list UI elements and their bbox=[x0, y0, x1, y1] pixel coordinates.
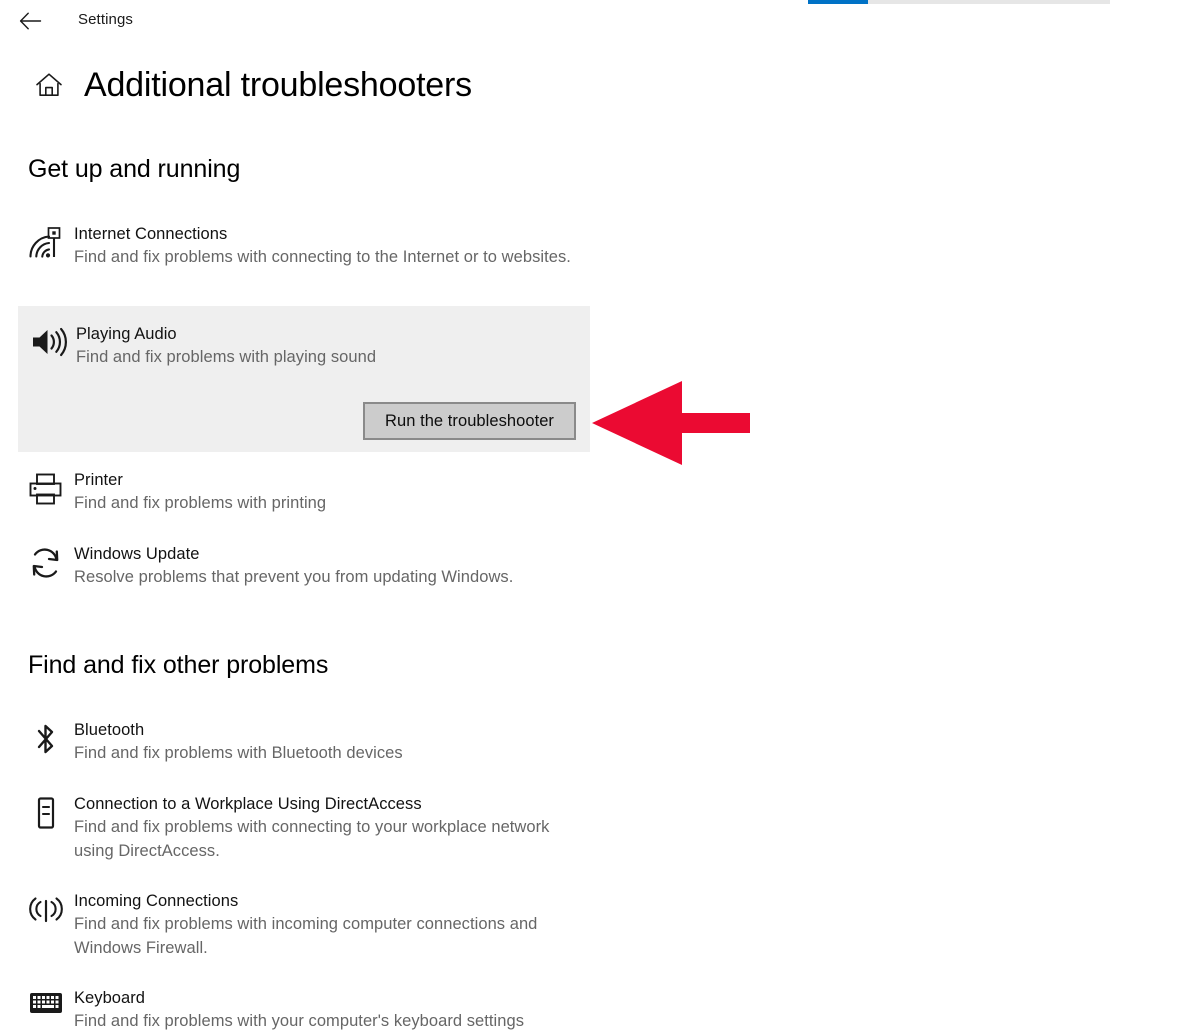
troubleshooter-text: Incoming Connections Find and fix proble… bbox=[74, 889, 574, 960]
printer-icon bbox=[28, 472, 74, 506]
troubleshooter-name: Connection to a Workplace Using DirectAc… bbox=[74, 795, 422, 813]
page-header: Additional troubleshooters bbox=[0, 62, 472, 108]
troubleshooter-item-printer[interactable]: Printer Find and fix problems with print… bbox=[0, 468, 590, 516]
troubleshooter-text: Keyboard Find and fix problems with your… bbox=[74, 986, 524, 1034]
troubleshooter-item-internet-connections[interactable]: Internet Connections Find and fix proble… bbox=[0, 222, 590, 270]
troubleshooter-description: Find and fix problems with incoming comp… bbox=[74, 915, 538, 957]
keyboard-icon bbox=[28, 990, 74, 1016]
window-titlebar: Settings bbox=[0, 0, 790, 44]
troubleshooter-description: Find and fix problems with playing sound bbox=[76, 348, 377, 366]
troubleshooter-description: Find and fix problems with your computer… bbox=[74, 1012, 525, 1030]
directaccess-icon bbox=[28, 796, 74, 830]
troubleshooter-item-playing-audio[interactable]: Playing Audio Find and fix problems with… bbox=[18, 306, 590, 452]
bluetooth-icon bbox=[28, 722, 74, 756]
troubleshooter-text: Bluetooth Find and fix problems with Blu… bbox=[74, 718, 403, 766]
troubleshooter-item-keyboard[interactable]: Keyboard Find and fix problems with your… bbox=[0, 986, 590, 1034]
troubleshooter-name: Internet Connections bbox=[74, 225, 228, 243]
playing-audio-icon bbox=[30, 326, 76, 358]
troubleshooter-text: Windows Update Resolve problems that pre… bbox=[74, 542, 513, 590]
troubleshooter-item-content: Playing Audio Find and fix problems with… bbox=[18, 306, 590, 370]
internet-connections-icon bbox=[28, 226, 74, 260]
troubleshooter-item-incoming-connections[interactable]: Incoming Connections Find and fix proble… bbox=[0, 889, 590, 960]
back-button[interactable] bbox=[12, 4, 50, 38]
section-heading-find-and-fix-other-problems: Find and fix other problems bbox=[28, 651, 329, 679]
troubleshooter-name: Incoming Connections bbox=[74, 892, 239, 910]
troubleshooter-item-bluetooth[interactable]: Bluetooth Find and fix problems with Blu… bbox=[0, 718, 590, 766]
page-title: Additional troubleshooters bbox=[84, 66, 472, 104]
troubleshooter-text: Internet Connections Find and fix proble… bbox=[74, 222, 571, 270]
app-name-label: Settings bbox=[78, 11, 133, 28]
left-pointing-arrow-annotation bbox=[592, 381, 752, 465]
troubleshooter-description: Find and fix problems with connecting to… bbox=[74, 248, 571, 266]
troubleshooter-name: Windows Update bbox=[74, 545, 200, 563]
run-the-troubleshooter-button[interactable]: Run the troubleshooter bbox=[363, 402, 576, 440]
troubleshooter-name: Keyboard bbox=[74, 989, 146, 1007]
troubleshooter-text: Printer Find and fix problems with print… bbox=[74, 468, 326, 516]
troubleshooter-item-directaccess[interactable]: Connection to a Workplace Using DirectAc… bbox=[0, 792, 590, 863]
troubleshooter-item-windows-update[interactable]: Windows Update Resolve problems that pre… bbox=[0, 542, 590, 590]
back-arrow-icon bbox=[19, 12, 43, 30]
section-heading-get-up-and-running: Get up and running bbox=[28, 155, 241, 183]
incoming-connections-icon bbox=[28, 893, 74, 927]
troubleshooter-text: Playing Audio Find and fix problems with… bbox=[76, 322, 376, 370]
troubleshooter-name: Playing Audio bbox=[76, 325, 177, 343]
windows-update-icon bbox=[28, 546, 74, 580]
troubleshooter-description: Find and fix problems with printing bbox=[74, 494, 327, 512]
troubleshooter-description: Find and fix problems with Bluetooth dev… bbox=[74, 744, 403, 762]
troubleshooter-description: Resolve problems that prevent you from u… bbox=[74, 568, 514, 586]
troubleshooter-text: Connection to a Workplace Using DirectAc… bbox=[74, 792, 574, 863]
progress-bar-fill bbox=[808, 0, 869, 4]
home-icon[interactable] bbox=[22, 71, 76, 99]
troubleshooter-description: Find and fix problems with connecting to… bbox=[74, 818, 550, 860]
troubleshooter-name: Bluetooth bbox=[74, 721, 145, 739]
troubleshooter-name: Printer bbox=[74, 471, 123, 489]
progress-bar-track bbox=[808, 0, 1110, 4]
